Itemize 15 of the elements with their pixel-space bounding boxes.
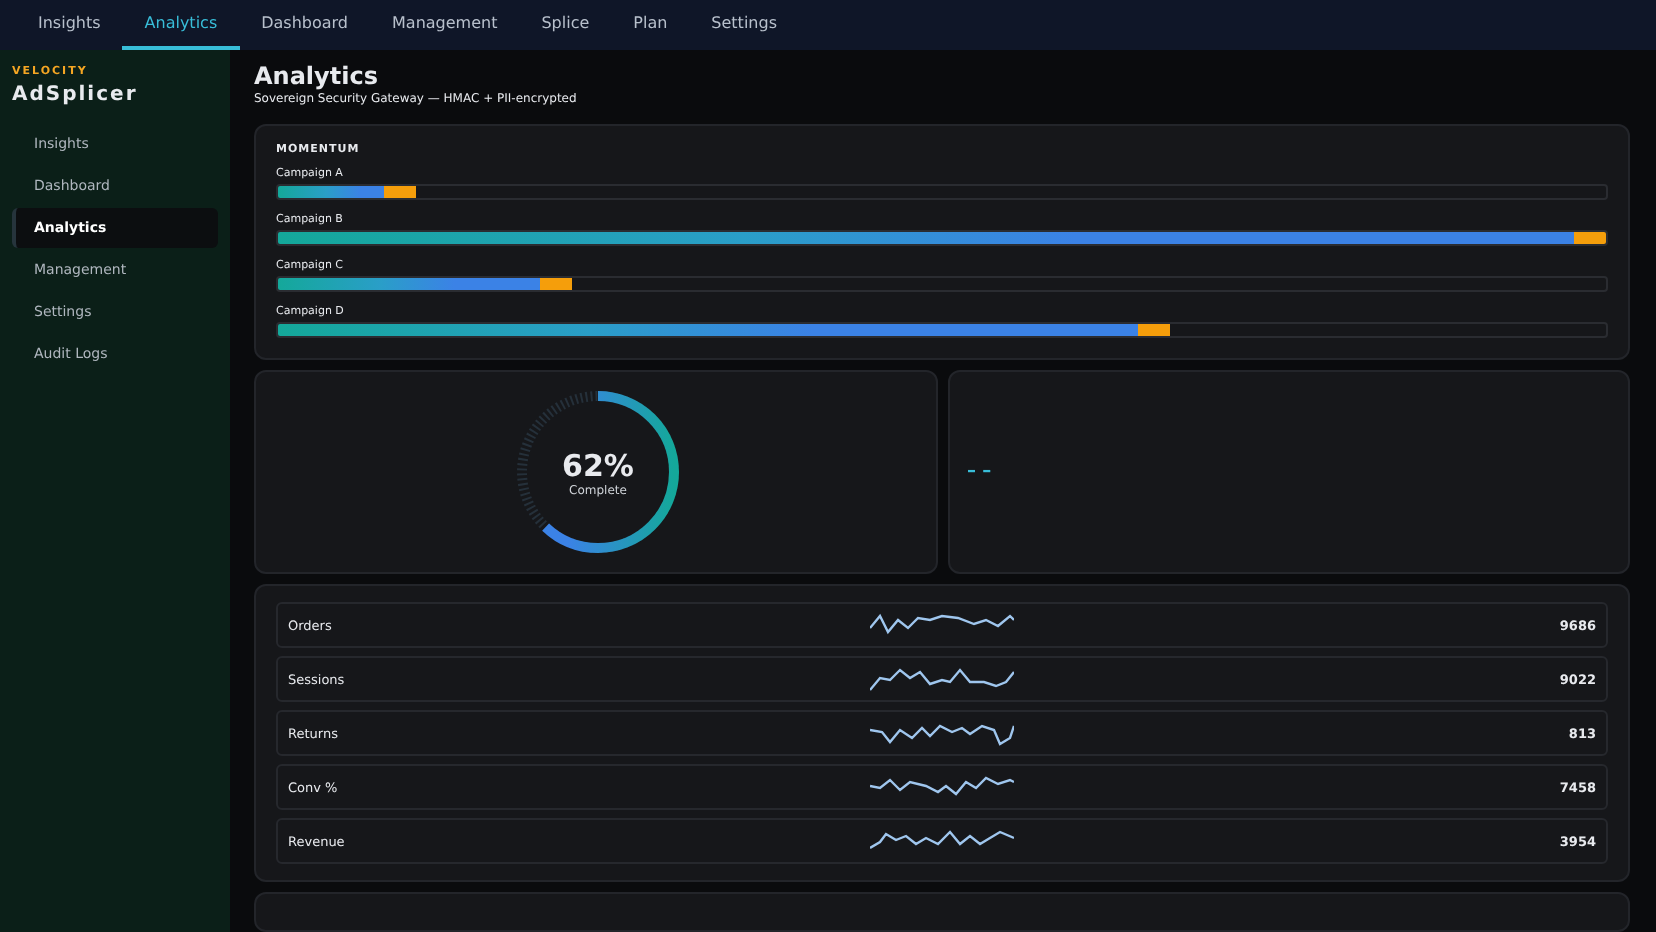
sparkline-drawing [870, 611, 1014, 639]
nav-tab[interactable]: Settings [689, 0, 799, 50]
nav-tab[interactable]: Management [370, 0, 520, 50]
brand-name: AdSplicer [12, 84, 140, 106]
sparkline-drawing [870, 773, 1014, 801]
sparkline-drawing [870, 719, 1014, 747]
nav-tab[interactable]: Insights [16, 0, 123, 50]
page-title: Analytics [254, 62, 380, 90]
sparkline-drawing [870, 665, 1014, 693]
progress-value: 62% [562, 447, 634, 483]
nav-tab[interactable]: Splice [519, 0, 612, 50]
empty-value: – – [965, 462, 992, 482]
nav-tab[interactable]: Plan [611, 0, 690, 50]
sparkline-drawing [870, 827, 1014, 855]
nav-tab[interactable]: Dashboard [239, 0, 371, 50]
